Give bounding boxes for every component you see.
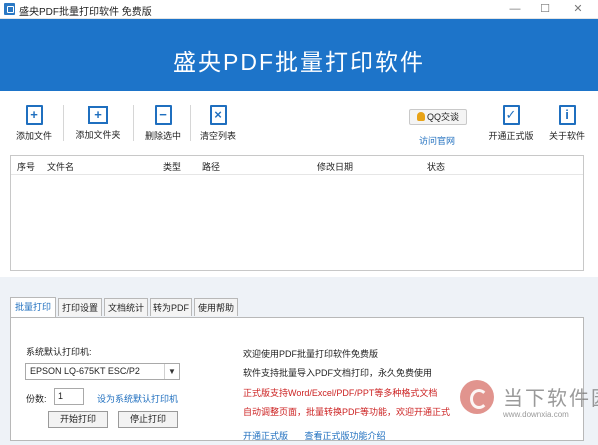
window-titlebar: 盛央PDF批量打印软件 免费版 — ☐ ✕ [0,0,598,19]
toolbar-divider [63,105,64,141]
close-button[interactable]: ✕ [563,1,593,17]
column-header-path[interactable]: 路径 [202,160,220,173]
activate-pro-button[interactable]: ✓ 开通正式版 [486,105,536,142]
tab-doc-stats[interactable]: 文档统计 [104,298,148,316]
file-list-header: 序号 文件名 类型 路径 修改日期 状态 [11,156,583,175]
clear-list-icon: × [209,105,227,125]
copies-label: 份数: [26,394,47,404]
watermark-logo-icon [460,380,494,414]
delete-file-icon: − [154,105,172,125]
info-icon: i [558,105,576,125]
printer-label: 系统默认打印机: [26,347,92,357]
toolbar: + 添加文件 + 添加文件夹 − 删除选中 × 清空列表 QQ交谈 访问官网 ✓… [0,91,598,151]
about-label: 关于软件 [548,131,585,141]
info-pro-features: 自动调整页面，批量转换PDF等功能，欢迎开通正式 [243,407,451,417]
window-title: 盛央PDF批量打印软件 免费版 [19,7,152,18]
start-print-button[interactable]: 开始打印 [48,411,108,428]
add-file-button[interactable]: + 添加文件 [14,105,54,142]
delete-selected-button[interactable]: − 删除选中 [142,105,184,142]
delete-selected-label: 删除选中 [144,131,181,141]
clear-list-button[interactable]: × 清空列表 [197,105,239,142]
info-free-use: 软件支持批量导入PDF文档打印，永久免费使用 [243,368,433,378]
activate-pro-label: 开通正式版 [488,131,534,141]
column-header-status[interactable]: 状态 [427,160,445,173]
toolbar-divider [133,105,134,141]
clear-list-label: 清空列表 [199,131,236,141]
visit-site-link[interactable]: 访问官网 [419,134,455,147]
tab-help[interactable]: 使用帮助 [194,298,238,316]
add-folder-label: 添加文件夹 [75,130,121,140]
column-header-type[interactable]: 类型 [163,160,181,173]
site-watermark: 当下软件园 www.downxia.com [457,374,598,445]
qq-chat-label: QQ交谈 [426,112,459,122]
info-welcome: 欢迎使用PDF批量打印软件免费版 [243,349,379,359]
printer-select[interactable]: EPSON LQ-675KT ESC/P2 ▼ [25,363,180,380]
about-button[interactable]: i 关于软件 [546,105,588,142]
column-header-filename[interactable]: 文件名 [47,160,74,173]
pro-features-link[interactable]: 查看正式版功能介绍 [305,431,386,441]
app-banner: 盛央PDF批量打印软件 [0,19,598,91]
qq-chat-button[interactable]: QQ交谈 [409,109,467,125]
qq-penguin-icon [416,112,425,121]
activate-pro-link[interactable]: 开通正式版 [243,431,288,441]
set-default-printer-link[interactable]: 设为系统默认打印机 [97,392,178,405]
minimize-button[interactable]: — [500,1,530,17]
printer-selected-value: EPSON LQ-675KT ESC/P2 [30,366,140,376]
activate-check-icon: ✓ [502,105,520,125]
column-header-modified[interactable]: 修改日期 [317,160,353,173]
add-file-label: 添加文件 [15,131,52,141]
info-links: 开通正式版 查看正式版功能介绍 [243,429,400,442]
tab-print-settings[interactable]: 打印设置 [58,298,102,316]
tab-batch-print[interactable]: 批量打印 [10,297,56,317]
add-file-icon: + [25,105,43,125]
banner-title: 盛央PDF批量打印软件 [173,49,425,75]
app-logo-icon [4,3,15,15]
info-pro-formats: 正式版支持Word/Excel/PDF/PPT等多种格式文档 [243,388,438,398]
stop-print-button[interactable]: 停止打印 [118,411,178,428]
chevron-down-icon: ▼ [164,364,179,379]
tab-convert-pdf[interactable]: 转为PDF [150,298,192,316]
copies-input[interactable]: 1 [54,388,84,405]
watermark-url: www.downxia.com [503,410,569,419]
column-header-index[interactable]: 序号 [17,160,35,173]
file-list[interactable]: 序号 文件名 类型 路径 修改日期 状态 [10,155,584,271]
add-folder-button[interactable]: + 添加文件夹 [72,105,124,141]
maximize-button[interactable]: ☐ [530,1,560,17]
watermark-name: 当下软件园 [503,388,598,410]
toolbar-divider [190,105,191,141]
add-folder-icon: + [88,106,108,124]
